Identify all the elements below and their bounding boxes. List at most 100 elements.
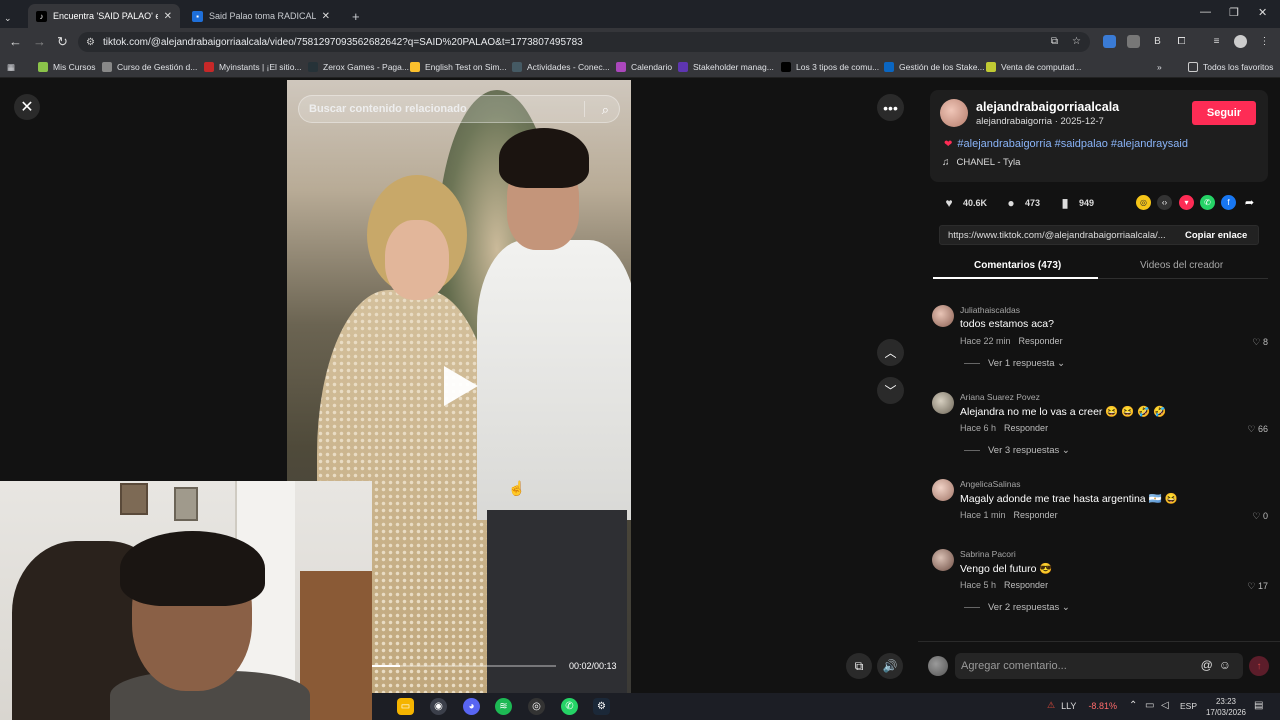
comment-username[interactable]: AngelicaSalinas bbox=[960, 479, 1020, 489]
extension-icon[interactable] bbox=[1103, 35, 1116, 48]
next-video-button[interactable]: ﹀ bbox=[877, 377, 904, 404]
spotify-icon[interactable]: ≋ bbox=[495, 698, 512, 715]
reply-button[interactable]: Responder bbox=[1014, 510, 1058, 520]
notifications-icon[interactable]: ▤ bbox=[1254, 700, 1263, 711]
steam-icon[interactable]: ⚙ bbox=[593, 698, 610, 715]
clock[interactable]: 23:23 17/03/2026 bbox=[1201, 696, 1251, 718]
play-icon[interactable] bbox=[444, 366, 478, 406]
hashtags[interactable]: #alejandrabaigorria #saidpalao #alejandr… bbox=[957, 138, 1188, 150]
language-indicator[interactable]: ESP bbox=[1180, 701, 1197, 711]
copy-link-button[interactable]: Copiar enlace bbox=[1185, 230, 1247, 241]
bookmark-item[interactable]: English Test on Sim... bbox=[410, 60, 507, 74]
tab-tiktok[interactable]: ♪ Encuentra 'SAID PALAO' en TikT ✕ bbox=[28, 4, 180, 28]
author-name[interactable]: alejandrabaigorriaalcala bbox=[976, 100, 1119, 114]
forward-icon[interactable]: → bbox=[33, 34, 46, 49]
network-icon[interactable]: ▭ bbox=[1145, 700, 1154, 711]
mention-emoji-icons[interactable]: @☺ bbox=[1201, 658, 1237, 672]
send-to-friends-icon[interactable]: ▾ bbox=[1179, 195, 1194, 210]
site-info-icon[interactable]: ⚙ bbox=[86, 37, 95, 48]
discord-icon[interactable]: ◕ bbox=[463, 698, 480, 715]
new-tab-button[interactable]: + bbox=[344, 4, 368, 28]
bookmark-item[interactable]: Gestión de los Stake... bbox=[884, 60, 985, 74]
bookmark-item[interactable]: Calendario bbox=[616, 60, 672, 74]
profile-avatar[interactable] bbox=[1234, 35, 1247, 48]
file-explorer-icon[interactable]: ▭ bbox=[397, 698, 414, 715]
reload-icon[interactable]: ↻ bbox=[57, 34, 68, 50]
tray-overflow-icon[interactable]: ⌃ bbox=[1129, 700, 1137, 711]
bookmark-item[interactable]: Los 3 tipos de comu... bbox=[781, 60, 879, 74]
bookmark-item[interactable]: Venta de computad... bbox=[986, 60, 1081, 74]
restore-icon[interactable]: ❐ bbox=[1229, 6, 1239, 19]
extension-icon[interactable] bbox=[1127, 35, 1140, 48]
comment-like[interactable]: ♡ 17 bbox=[1247, 581, 1268, 592]
tab-creator-videos[interactable]: Videos del creador bbox=[1140, 260, 1223, 271]
commenter-avatar[interactable] bbox=[932, 549, 954, 571]
menu-dots-icon[interactable]: ⋮ bbox=[1258, 35, 1271, 48]
extension-icon[interactable]: B bbox=[1151, 35, 1164, 48]
send-comment-button[interactable]: ↑ bbox=[1249, 656, 1269, 676]
share-arrow-icon[interactable]: ➦ bbox=[1242, 195, 1257, 210]
all-bookmarks-folder[interactable]: Todos los favoritos bbox=[1188, 60, 1273, 74]
volume-icon[interactable]: ◁ bbox=[1161, 700, 1169, 711]
search-icon[interactable]: ⌕ bbox=[602, 102, 609, 118]
volume-button[interactable]: 🔊 bbox=[877, 653, 903, 679]
video-progress-bar[interactable] bbox=[372, 665, 556, 667]
facebook-icon[interactable]: f bbox=[1221, 195, 1236, 210]
apps-grid-icon[interactable]: ▦ bbox=[7, 60, 15, 74]
picture-in-picture-button[interactable]: ⧉ bbox=[846, 653, 872, 679]
previous-video-button[interactable]: ︿ bbox=[877, 339, 904, 366]
bookmark-item[interactable]: Stakeholder manag... bbox=[678, 60, 774, 74]
comment-like[interactable]: ♡ 66 bbox=[1247, 424, 1268, 435]
whatsapp-icon[interactable]: ✆ bbox=[561, 698, 578, 715]
author-avatar[interactable] bbox=[940, 99, 968, 127]
comment-input[interactable]: Agregar comentario... @☺ bbox=[955, 653, 1243, 679]
media-icon[interactable]: ≡ bbox=[1210, 35, 1223, 48]
bookmark-item[interactable]: Zerox Games - Paga... bbox=[308, 60, 409, 74]
follow-button[interactable]: Seguir bbox=[1192, 101, 1256, 125]
reply-button[interactable]: Responder bbox=[1004, 423, 1048, 433]
close-tab-icon[interactable]: ✕ bbox=[322, 11, 330, 22]
bookmark-star-icon[interactable]: ☆ bbox=[1070, 35, 1083, 48]
comment-stat[interactable]: ● 473 bbox=[1003, 195, 1040, 211]
install-icon[interactable]: ⧉ bbox=[1048, 35, 1061, 48]
comment-username[interactable]: Juliathaiscaldas bbox=[960, 305, 1020, 315]
whatsapp-icon[interactable]: ✆ bbox=[1200, 195, 1215, 210]
comment-username[interactable]: Sabrina Pacori bbox=[960, 549, 1016, 559]
commenter-avatar[interactable] bbox=[932, 305, 954, 327]
minimize-icon[interactable]: — bbox=[1200, 6, 1211, 18]
chrome-icon[interactable]: ◉ bbox=[430, 698, 447, 715]
bookmark-item[interactable]: Mis Cursos bbox=[38, 60, 96, 74]
reply-button[interactable]: Responder bbox=[1004, 580, 1048, 590]
obs-icon[interactable]: ◎ bbox=[528, 698, 545, 715]
bookmark-item[interactable]: Actividades - Conec... bbox=[512, 60, 610, 74]
related-search-input[interactable]: Buscar contenido relacionado ⌕ bbox=[298, 95, 620, 123]
url-field[interactable]: ⚙ tiktok.com/@alejandrabaigorriaalcala/v… bbox=[78, 32, 1090, 52]
close-tab-icon[interactable]: ✕ bbox=[164, 11, 172, 22]
more-bookmarks-icon[interactable]: » bbox=[1157, 60, 1162, 74]
tab-comments[interactable]: Comentarios (473) bbox=[974, 260, 1061, 271]
music-info[interactable]: ♫ CHANEL - Tyla bbox=[942, 157, 1020, 168]
back-icon[interactable]: ← bbox=[9, 34, 22, 49]
commenter-avatar[interactable] bbox=[932, 479, 954, 501]
embed-icon[interactable]: ‹› bbox=[1157, 195, 1172, 210]
extensions-puzzle-icon[interactable]: ⧠ bbox=[1175, 35, 1188, 48]
close-video-button[interactable]: ✕ bbox=[14, 94, 40, 120]
save-stat[interactable]: ▮ 949 bbox=[1057, 195, 1094, 211]
tab-search-icon[interactable]: ⌄ bbox=[4, 6, 18, 30]
tab-news[interactable]: ▪ Said Palao toma RADICAL decis ✕ bbox=[184, 4, 338, 28]
stock-widget[interactable]: ⚠ LLY -8.81% bbox=[1047, 700, 1117, 711]
bookmark-item[interactable]: Myinstants | ¡El sitio... bbox=[204, 60, 302, 74]
close-window-icon[interactable]: ✕ bbox=[1258, 6, 1267, 19]
view-replies-button[interactable]: Ver 2 respuestas ⌄ bbox=[964, 602, 1070, 613]
comment-like[interactable]: ♡ 8 bbox=[1252, 337, 1268, 348]
commenter-avatar[interactable] bbox=[932, 392, 954, 414]
repost-icon[interactable]: ◎ bbox=[1136, 195, 1151, 210]
like-stat[interactable]: ♥ 40.6K bbox=[941, 195, 987, 211]
comment-like[interactable]: ♡ 0 bbox=[1252, 511, 1268, 522]
reply-button[interactable]: Responder bbox=[1019, 336, 1063, 346]
view-replies-button[interactable]: Ver 1 respuesta ⌄ bbox=[964, 358, 1065, 369]
more-options-button[interactable]: ••• bbox=[877, 94, 904, 121]
bookmark-item[interactable]: Curso de Gestión d... bbox=[102, 60, 197, 74]
comment-username[interactable]: Ariana Suarez Povez bbox=[960, 392, 1040, 402]
view-replies-button[interactable]: Ver 3 respuestas ⌄ bbox=[964, 445, 1070, 456]
